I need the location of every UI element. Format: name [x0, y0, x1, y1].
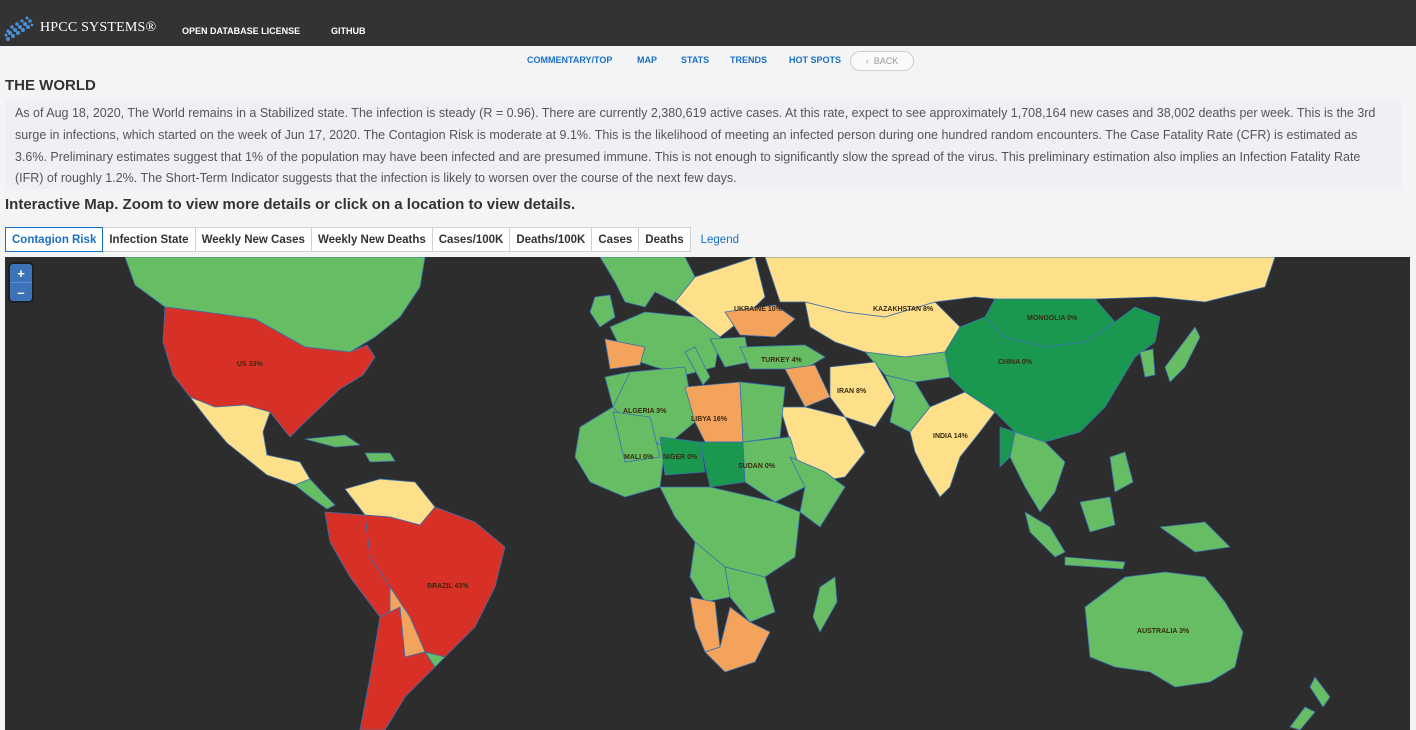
- region-uk[interactable]: [589, 294, 616, 328]
- tab-cases-per-100k[interactable]: Cases/100K: [431, 227, 511, 252]
- label-niger: NIGER 0%: [663, 454, 698, 461]
- nav-stats[interactable]: STATS: [681, 55, 709, 65]
- logo-dots-icon: [4, 16, 34, 41]
- open-database-license-link[interactable]: OPEN DATABASE LICENSE: [182, 26, 300, 36]
- page-title: THE WORLD: [5, 77, 96, 94]
- label-turkey: TURKEY 4%: [761, 357, 802, 364]
- region-cuba[interactable]: [304, 434, 361, 448]
- label-mali: MALI 0%: [624, 454, 654, 461]
- label-australia: AUSTRALIA 3%: [1137, 628, 1190, 635]
- region-sumatra[interactable]: [1024, 511, 1066, 558]
- label-ukraine: UKRAINE 10%: [734, 306, 783, 313]
- region-central-america[interactable]: [294, 478, 336, 510]
- region-namibia[interactable]: [689, 596, 721, 653]
- region-libya[interactable]: [684, 381, 744, 443]
- back-button[interactable]: ‹ BACK: [850, 51, 914, 71]
- zoom-out-button[interactable]: –: [10, 282, 32, 301]
- region-new-guinea[interactable]: [1159, 521, 1231, 553]
- map-metric-tabs: Contagion Risk Infection State Weekly Ne…: [5, 227, 749, 252]
- tab-weekly-new-cases[interactable]: Weekly New Cases: [194, 227, 312, 252]
- hpcc-logo[interactable]: HPCC SYSTEMS®: [4, 13, 156, 43]
- region-new-zealand[interactable]: [1289, 676, 1331, 730]
- region-iraq-syria[interactable]: [784, 364, 831, 408]
- legend-link[interactable]: Legend: [691, 227, 749, 252]
- label-libya: LIBYA 16%: [691, 416, 728, 423]
- logo-text: HPCC SYSTEMS®: [40, 20, 157, 35]
- region-philippines[interactable]: [1109, 451, 1134, 493]
- label-algeria: ALGERIA 3%: [623, 408, 667, 415]
- top-bar: HPCC SYSTEMS® OPEN DATABASE LICENSE GITH…: [0, 0, 1416, 46]
- map-canvas[interactable]: US 33% BRAZIL 43% UKRAINE 10% KAZAKHSTAN…: [5, 257, 1410, 730]
- chevron-left-icon: ‹: [865, 56, 869, 66]
- nav-map[interactable]: MAP: [637, 55, 657, 65]
- region-japan[interactable]: [1164, 326, 1201, 383]
- tab-cases[interactable]: Cases: [591, 227, 640, 252]
- tab-infection-state[interactable]: Infection State: [102, 227, 196, 252]
- label-brazil: BRAZIL 43%: [427, 583, 469, 590]
- summary-text: As of Aug 18, 2020, The World remains in…: [15, 106, 1376, 186]
- back-button-label: BACK: [873, 56, 899, 66]
- label-mongolia: MONGOLIA 0%: [1027, 315, 1078, 322]
- tab-deaths-per-100k[interactable]: Deaths/100K: [509, 227, 593, 252]
- label-china: CHINA 0%: [998, 359, 1033, 366]
- nav-trends[interactable]: TRENDS: [730, 55, 767, 65]
- label-sudan: SUDAN 0%: [738, 463, 776, 470]
- github-link[interactable]: GITHUB: [331, 26, 366, 36]
- region-central-africa[interactable]: [659, 486, 801, 578]
- nav-hot-spots[interactable]: HOT SPOTS: [789, 55, 841, 65]
- label-india: INDIA 14%: [933, 433, 969, 440]
- nav-commentary-top[interactable]: COMMENTARY/TOP: [527, 55, 612, 65]
- label-kazakhstan: KAZAKHSTAN 8%: [873, 306, 934, 313]
- tab-contagion-risk[interactable]: Contagion Risk: [5, 227, 104, 252]
- region-madagascar[interactable]: [812, 576, 838, 633]
- region-borneo[interactable]: [1079, 496, 1116, 533]
- zoom-in-button[interactable]: +: [10, 264, 32, 282]
- label-iran: IRAN 8%: [837, 388, 867, 395]
- tab-weekly-new-deaths[interactable]: Weekly New Deaths: [310, 227, 433, 252]
- region-hispaniola[interactable]: [364, 452, 396, 463]
- region-egypt[interactable]: [739, 381, 786, 443]
- map-heading: Interactive Map. Zoom to view more detai…: [5, 196, 576, 213]
- tab-deaths[interactable]: Deaths: [638, 227, 691, 252]
- label-us: US 33%: [237, 361, 263, 368]
- world-map[interactable]: US 33% BRAZIL 43% UKRAINE 10% KAZAKHSTAN…: [5, 257, 1410, 730]
- region-java[interactable]: [1064, 556, 1126, 570]
- zoom-controls: + –: [10, 264, 32, 301]
- region-southeast-asia[interactable]: [1009, 431, 1066, 513]
- summary-box: As of Aug 18, 2020, The World remains in…: [5, 100, 1402, 189]
- region-korea[interactable]: [1139, 348, 1156, 378]
- sub-nav: COMMENTARY/TOP MAP STATS TRENDS HOT SPOT…: [0, 51, 1416, 71]
